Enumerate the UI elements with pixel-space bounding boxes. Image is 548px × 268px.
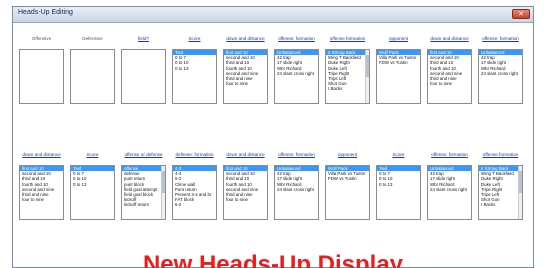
- scrollbar-thumb[interactable]: [366, 55, 369, 77]
- option-listbox[interactable]: first and 10 second and 10 third and 10 fou…: [19, 165, 64, 220]
- filter-column: offense or defense offense defense punt ret…: [121, 143, 166, 220]
- filter-column: opponent Wolf Pack Villa Park vs Tustin FDW…: [376, 27, 421, 104]
- scrollbar-thumb[interactable]: [162, 171, 165, 193]
- banner-area: New Heads-Up Display: [12, 247, 534, 268]
- option-listbox[interactable]: first and 10 second and 10 third and 10 fou…: [223, 165, 268, 220]
- close-button[interactable]: ✕: [512, 9, 530, 19]
- filter-grid: Offensive Defensive field? Score Tied 0 to 70…: [13, 23, 533, 253]
- option-listbox[interactable]: II Strong Back Wing T Backfield Duke Right…: [325, 49, 370, 104]
- list-item[interactable]: four to nine: [224, 81, 267, 86]
- option-listbox[interactable]: Wolf Pack Villa Park vs Tustin FDW vs Tust…: [376, 49, 421, 104]
- vertical-scrollbar[interactable]: [161, 166, 165, 219]
- column-header-link[interactable]: offense or defense: [121, 143, 166, 165]
- list-item[interactable]: four to nine: [20, 197, 63, 202]
- banner-heading: New Heads-Up Display: [142, 251, 404, 268]
- filter-column: offense: formation Unbalanced 42 trap 17 sl…: [478, 27, 523, 104]
- list-item[interactable]: 0 to 13: [71, 182, 114, 187]
- option-listbox[interactable]: [70, 49, 115, 104]
- filter-column: opponent Wolf Pack Villa Park vs Tustin FDW…: [325, 143, 370, 220]
- column-header-link[interactable]: opponent: [376, 27, 421, 49]
- option-listbox[interactable]: Unbalanced 42 trap 17 slide right Wbr Richa…: [274, 49, 319, 104]
- filter-column: Score Tied 0 to 70 to 10 0 to 13: [70, 143, 115, 220]
- column-header-link[interactable]: Score: [70, 143, 115, 165]
- option-listbox[interactable]: Unbalanced 42 trap 17 slide right Wbr Richa…: [427, 165, 472, 220]
- filter-column: Score Tied 0 to 70 to 10 0 to 13: [376, 143, 421, 220]
- list-item[interactable]: 0 to 13: [377, 182, 420, 187]
- option-listbox[interactable]: II Strong Back Wing T Backfield Duke Right…: [478, 165, 523, 220]
- filter-column: offense: formation Unbalanced 42 trap 17 sl…: [274, 143, 319, 220]
- list-item[interactable]: 24 slant cross right: [479, 71, 522, 76]
- column-header-link[interactable]: down and distance: [223, 143, 268, 165]
- filter-column: down and distance first and 10 second and …: [19, 143, 64, 220]
- filter-column: field?: [121, 27, 166, 104]
- column-header-link[interactable]: offense formation: [325, 27, 370, 49]
- filter-column: offense formation II Strong Back Wing T Ba…: [325, 27, 370, 104]
- option-listbox[interactable]: Wolf Pack Villa Park vs Tustin FDW vs Tust…: [325, 165, 370, 220]
- column-header-link[interactable]: offense formation: [478, 143, 523, 165]
- list-item[interactable]: four to nine: [224, 197, 267, 202]
- column-header-link[interactable]: offense: formation: [427, 143, 472, 165]
- vertical-scrollbar[interactable]: [365, 50, 369, 103]
- scrollbar-thumb[interactable]: [519, 171, 522, 193]
- filter-column: down and distance first and 10 second and …: [223, 143, 268, 220]
- filter-column: down and distance first and 10 second and …: [427, 27, 472, 104]
- window-title: Heads-Up Editing: [18, 9, 73, 16]
- column-header-link[interactable]: Score: [376, 143, 421, 165]
- option-listbox[interactable]: Tied 0 to 70 to 10 0 to 13: [376, 165, 421, 220]
- filter-column: offense: formation Unbalanced 42 trap 17 sl…: [427, 143, 472, 220]
- list-item[interactable]: 24 slant cross right: [275, 187, 318, 192]
- list-item[interactable]: four to nine: [428, 81, 471, 86]
- list-item[interactable]: FDW vs Tustin: [326, 176, 369, 181]
- option-listbox[interactable]: 4-3 4-4 5-2 Clime wall Punt return Prevent 3-…: [172, 165, 217, 220]
- heads-up-editing-window: Heads-Up Editing ✕ Offensive Defensive fie…: [12, 6, 534, 268]
- column-header-link[interactable]: opponent: [325, 143, 370, 165]
- filter-column: offense: formation Unbalanced 42 trap 17 sl…: [274, 27, 319, 104]
- option-listbox[interactable]: Tied 0 to 70 to 10 0 to 13: [70, 165, 115, 220]
- filter-column: down and distance first and 10 second and …: [223, 27, 268, 104]
- list-item[interactable]: 0 to 13: [173, 66, 216, 71]
- filter-column: Score Tied 0 to 70 to 10 0 to 13: [172, 27, 217, 104]
- column-header-link[interactable]: down and distance: [223, 27, 268, 49]
- column-header: Defensive: [82, 35, 103, 41]
- filter-column: Defensive: [70, 27, 115, 104]
- filter-column: Offensive: [19, 27, 64, 104]
- column-header-link[interactable]: down and distance: [427, 27, 472, 49]
- column-header: Offensive: [31, 35, 52, 41]
- list-item[interactable]: 24 slant cross right: [275, 71, 318, 76]
- option-listbox[interactable]: Unbalanced 42 trap 17 slide right Wbr Richa…: [274, 165, 319, 220]
- list-item[interactable]: 24 slant cross right: [428, 187, 471, 192]
- option-listbox[interactable]: Tied 0 to 70 to 10 0 to 13: [172, 49, 217, 104]
- option-listbox[interactable]: [19, 49, 64, 104]
- option-listbox[interactable]: [121, 49, 166, 104]
- option-listbox[interactable]: Unbalanced 42 trap 17 slide right Wbr Richa…: [478, 49, 523, 104]
- column-header-link[interactable]: defense: formation: [172, 143, 217, 165]
- column-header-link[interactable]: offense: formation: [478, 27, 523, 49]
- column-header-link[interactable]: Score: [172, 27, 217, 49]
- filter-column: offense formation II Strong Back Wing T Ba…: [478, 143, 523, 220]
- column-header-link[interactable]: down and distance: [19, 143, 64, 165]
- option-listbox[interactable]: first and 10 second and 10 third and 10 fou…: [427, 49, 472, 104]
- column-header-link[interactable]: field?: [121, 27, 166, 49]
- title-bar[interactable]: Heads-Up Editing ✕: [13, 7, 533, 23]
- list-item[interactable]: I Backs: [479, 202, 522, 207]
- filter-column: defense: formation 4-3 4-4 5-2 Clime wall Pun…: [172, 143, 217, 220]
- option-listbox[interactable]: first and 10 second and 10 third and 10 fou…: [223, 49, 268, 104]
- option-listbox[interactable]: offense defense punt return punt block field…: [121, 165, 166, 220]
- column-header-link[interactable]: offense: formation: [274, 27, 319, 49]
- list-item[interactable]: I Backs: [326, 86, 369, 91]
- list-item[interactable]: FDW vs Tustin: [377, 60, 420, 65]
- column-header-link[interactable]: offense: formation: [274, 143, 319, 165]
- vertical-scrollbar[interactable]: [518, 166, 522, 219]
- list-item[interactable]: kickoff return: [122, 202, 165, 207]
- list-item[interactable]: 6-2: [173, 202, 216, 207]
